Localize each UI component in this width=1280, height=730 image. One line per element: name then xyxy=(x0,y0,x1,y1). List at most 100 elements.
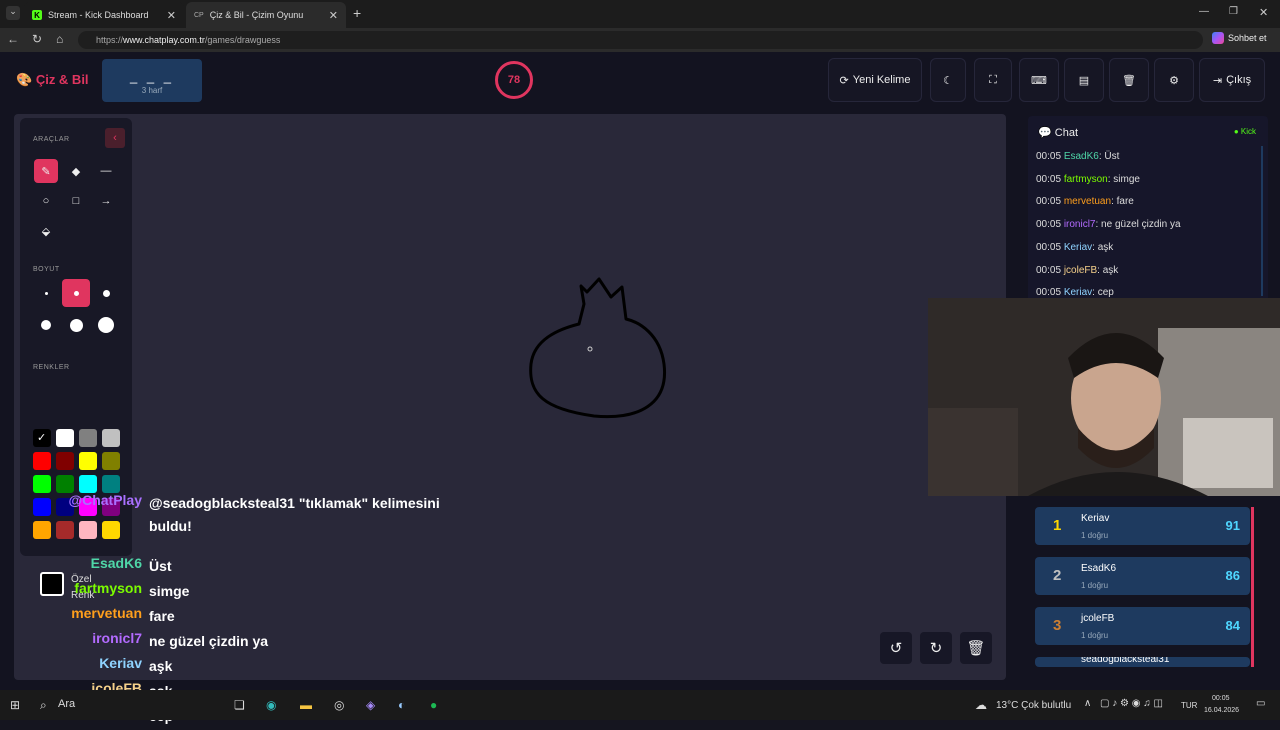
redo-button[interactable]: ↻ xyxy=(920,632,952,664)
delete-button[interactable]: 🗑 xyxy=(1109,58,1149,102)
collapse-button[interactable]: ‹ xyxy=(105,128,125,148)
color-swatch[interactable] xyxy=(56,475,74,493)
overlay-chat-user: Keriav xyxy=(99,655,142,671)
trash-icon: 🗑 xyxy=(966,640,986,657)
clock-date[interactable]: 16.04.2026 xyxy=(1204,707,1239,714)
close-icon[interactable]: ✕ xyxy=(329,9,338,22)
settings-button[interactable]: ⚙ xyxy=(1154,58,1194,102)
tab-menu-button[interactable]: ⌄ xyxy=(6,6,20,20)
chat-text: : fare xyxy=(1111,196,1134,208)
obs-icon[interactable]: ◎ xyxy=(334,698,344,712)
word-length: 3 harf xyxy=(141,86,163,95)
size-3[interactable] xyxy=(94,281,118,305)
chat-text: : simge xyxy=(1107,173,1140,185)
color-swatch[interactable] xyxy=(102,475,120,493)
color-swatch[interactable] xyxy=(33,452,51,470)
copilot-button[interactable]: Sohbet et xyxy=(1212,32,1267,44)
pen-tool[interactable]: ✎ xyxy=(34,159,58,183)
leaderboard-correct: 1 doğru xyxy=(1081,581,1109,590)
line-tool[interactable]: — xyxy=(94,159,118,183)
copilot-icon xyxy=(1212,32,1224,44)
leaderboard-score: 86 xyxy=(1225,568,1240,583)
tray-chevron-icon[interactable]: ∧ xyxy=(1084,698,1091,709)
taskbar-search[interactable]: Ara xyxy=(58,698,75,710)
spotify-icon[interactable]: ● xyxy=(430,698,437,712)
keyboard-button[interactable]: ⌨ xyxy=(1019,58,1059,102)
line-icon: — xyxy=(100,165,112,177)
folder-icon[interactable]: ▬ xyxy=(300,698,312,712)
tray-icons[interactable]: ▢ ♪ ⚙ ◉ ♫ ◫ xyxy=(1100,698,1163,709)
weather-icon: ☁ xyxy=(975,698,987,712)
refresh-icon[interactable]: ↻ xyxy=(32,32,42,46)
chat-user: Keriav xyxy=(1063,287,1093,299)
size-2[interactable] xyxy=(62,279,90,307)
chat-text: : aşk xyxy=(1097,264,1119,276)
square-icon: □ xyxy=(72,195,80,207)
chat-text: : ne güzel çizdin ya xyxy=(1095,219,1181,231)
size-4[interactable] xyxy=(34,313,58,337)
fullscreen-button[interactable]: ⛶ xyxy=(974,58,1012,102)
chat-scrollbar[interactable] xyxy=(1261,146,1263,296)
leaderboard-rank: 1 xyxy=(1053,517,1062,534)
tab-ciz-bil[interactable]: CP Çiz & Bil - Çizim Oyunu ✕ xyxy=(186,2,346,28)
eraser-tool[interactable]: ◆ xyxy=(64,159,88,183)
color-swatch[interactable] xyxy=(56,521,74,539)
overlay-chat-row: Keriav aşk xyxy=(0,655,460,680)
back-icon[interactable]: ← xyxy=(7,32,19,46)
leaderboard-scrollbar[interactable] xyxy=(1251,507,1254,667)
color-swatch[interactable] xyxy=(33,475,51,493)
overlay-chat-message: simge xyxy=(149,583,190,599)
moon-icon: ☾ xyxy=(943,74,953,87)
color-swatch[interactable] xyxy=(79,521,97,539)
close-icon[interactable]: ✕ xyxy=(167,9,176,22)
color-swatch[interactable] xyxy=(33,521,51,539)
task-view-icon[interactable]: ❏ xyxy=(234,698,245,712)
size-dot xyxy=(98,317,114,333)
theme-toggle-button[interactable]: ☾ xyxy=(930,58,966,102)
size-1[interactable] xyxy=(34,281,58,305)
steam-icon[interactable]: ◐ xyxy=(398,698,405,712)
color-swatch[interactable] xyxy=(102,521,120,539)
exit-button[interactable]: ⇥ Çıkış xyxy=(1199,58,1265,102)
undo-button[interactable]: ↺ xyxy=(880,632,912,664)
overlay-chat-row: mervetuan fare xyxy=(0,605,460,630)
new-tab-button[interactable]: + xyxy=(353,5,361,21)
arrow-right-icon: → xyxy=(100,195,112,207)
color-swatch[interactable] xyxy=(56,429,74,447)
color-swatch[interactable]: ✓ xyxy=(33,429,51,447)
fill-tool[interactable]: ⬙ xyxy=(34,219,58,243)
minimize-button[interactable]: — xyxy=(1199,6,1209,17)
notification-icon[interactable]: ▭ xyxy=(1256,698,1265,709)
url-field[interactable]: https://www.chatplay.com.tr/games/drawgu… xyxy=(78,31,1203,49)
size-5[interactable] xyxy=(64,313,88,337)
arrow-tool[interactable]: → xyxy=(94,189,118,213)
color-swatch[interactable] xyxy=(56,452,74,470)
edge-icon[interactable]: ◉ xyxy=(266,698,276,712)
discord-icon[interactable]: ◈ xyxy=(366,698,375,712)
color-swatch[interactable] xyxy=(79,429,97,447)
color-swatch[interactable] xyxy=(102,429,120,447)
color-swatch[interactable] xyxy=(79,452,97,470)
word-blanks: _ _ _ xyxy=(130,69,174,84)
color-swatch[interactable] xyxy=(79,475,97,493)
leaderboard-score: 84 xyxy=(1225,618,1240,633)
language-indicator[interactable]: TUR xyxy=(1181,701,1197,710)
paint-bucket-icon: ⬙ xyxy=(41,225,51,238)
address-bar-row: ← ↻ ⌂ https://www.chatplay.com.tr/games/… xyxy=(0,28,1280,52)
new-word-button[interactable]: ⟳ Yeni Kelime xyxy=(828,58,922,102)
home-icon[interactable]: ⌂ xyxy=(56,32,63,46)
window-close-button[interactable]: ✕ xyxy=(1259,6,1268,19)
chat-text: : aşk xyxy=(1092,241,1114,253)
clock-time[interactable]: 00:05 xyxy=(1212,695,1230,702)
tab-kick-dashboard[interactable]: K Stream - Kick Dashboard ✕ xyxy=(24,2,184,28)
color-swatch[interactable] xyxy=(102,452,120,470)
circle-tool[interactable]: ○ xyxy=(34,189,58,213)
clear-canvas-button[interactable]: 🗑 xyxy=(960,632,992,664)
search-icon[interactable]: ⌕ xyxy=(40,698,47,713)
rectangle-tool[interactable]: □ xyxy=(64,189,88,213)
restore-button[interactable]: ❐ xyxy=(1229,6,1238,17)
weather-text: 13°C Çok bulutlu xyxy=(996,700,1072,711)
windows-start-icon[interactable]: ⊞ xyxy=(10,698,20,712)
size-6[interactable] xyxy=(94,313,118,337)
archive-button[interactable]: ▤ xyxy=(1064,58,1104,102)
